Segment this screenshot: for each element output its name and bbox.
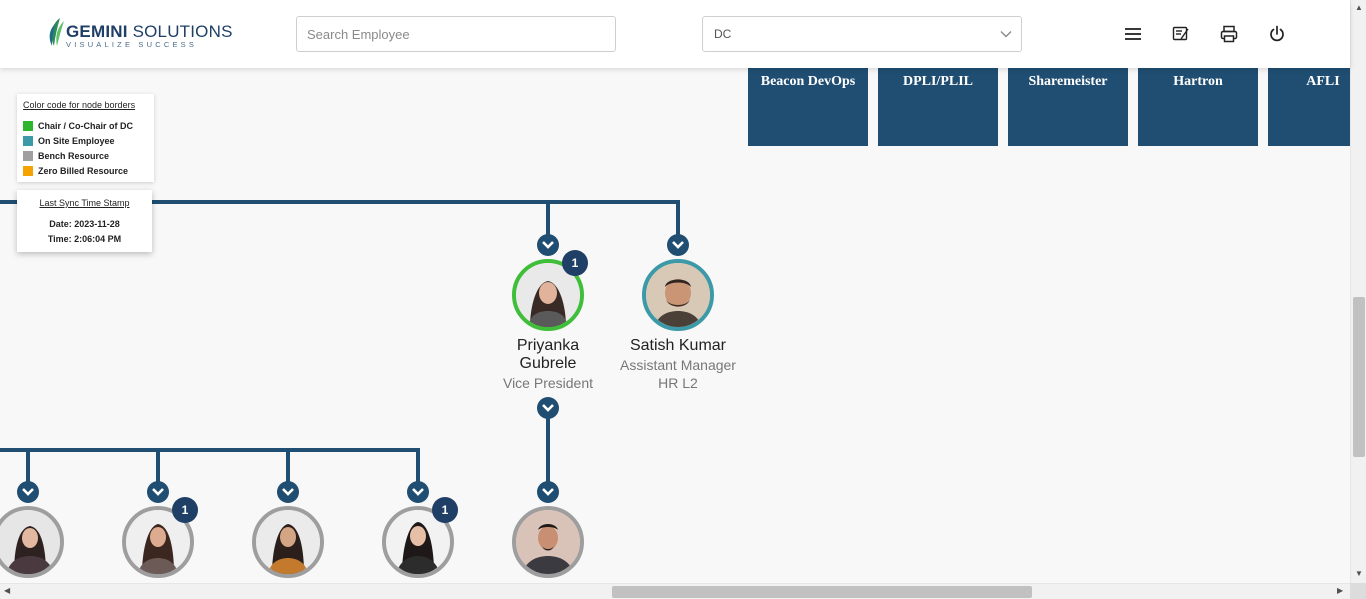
person-title: Assistant Manager [620, 357, 736, 373]
scroll-up-arrow-icon[interactable]: ▲ [1355, 4, 1363, 12]
person-photo-icon [256, 510, 320, 574]
sync-time: Time: 2:06:04 PM [47, 234, 122, 244]
person-photo-icon [646, 263, 710, 327]
person-title: Vice President [502, 375, 593, 391]
expand-chevron-icon[interactable] [537, 397, 559, 419]
dc-box-dpli-plil[interactable]: DPLI/PLIL [878, 68, 998, 146]
expand-chevron-icon[interactable] [277, 481, 299, 503]
dc-select-value: DC [714, 27, 732, 41]
dc-box-afli[interactable]: AFLI [1268, 68, 1350, 146]
scrollbar-corner [1350, 583, 1366, 599]
chevron-down-icon [1000, 31, 1012, 38]
print-icon[interactable] [1219, 24, 1239, 44]
scroll-down-arrow-icon[interactable]: ▼ [1355, 570, 1363, 578]
dc-box-hartron[interactable]: Hartron [1138, 68, 1258, 146]
expand-chevron-icon[interactable] [537, 234, 559, 256]
expand-chevron-icon[interactable] [407, 481, 429, 503]
horizontal-scroll-thumb[interactable] [612, 586, 1032, 598]
vertical-scrollbar[interactable]: ▲ ▼ [1350, 0, 1366, 583]
reports-count-badge: 1 [172, 497, 198, 523]
person-photo-icon [516, 510, 580, 574]
app-header: GEMINI SOLUTIONS VISUALIZE SUCCESS DC [0, 0, 1350, 68]
border-color-legend: Color code for node borders Chair / Co-C… [17, 94, 154, 182]
legend-item-chair: Chair / Co-Chair of DC [23, 118, 148, 133]
legend-swatch [23, 150, 33, 161]
legend-title: Color code for node borders [23, 100, 136, 110]
search-employee-input[interactable] [296, 16, 616, 52]
legend-item-zero-billed: Zero Billed Resource [23, 163, 148, 178]
scroll-left-arrow-icon[interactable]: ◀ [4, 587, 10, 595]
sync-title: Last Sync Time Stamp [39, 198, 130, 208]
expand-chevron-icon[interactable] [667, 234, 689, 256]
logo-tagline: VISUALIZE SUCCESS [66, 40, 198, 49]
person-name: Satish Kumar [629, 337, 727, 354]
avatar-satish-kumar[interactable] [642, 259, 714, 331]
expand-chevron-icon[interactable] [17, 481, 39, 503]
edit-note-icon[interactable] [1171, 24, 1191, 44]
person-photo-icon [0, 510, 60, 574]
dc-box-sharemeister[interactable]: Sharemeister [1008, 68, 1128, 146]
menu-icon[interactable] [1123, 24, 1143, 44]
legend-item-bench: Bench Resource [23, 148, 148, 163]
legend-item-onsite: On Site Employee [23, 133, 148, 148]
expand-chevron-icon[interactable] [537, 481, 559, 503]
horizontal-scrollbar[interactable]: ◀ ▶ [0, 583, 1350, 599]
leaf-logo-icon [49, 18, 64, 46]
last-sync-card: Last Sync Time Stamp Date: 2023-11-28 Ti… [17, 190, 152, 252]
expand-chevron-icon[interactable] [147, 481, 169, 503]
legend-swatch [23, 165, 33, 176]
person-name: Priyanka Gubrele [516, 337, 580, 372]
avatar-employee[interactable] [512, 506, 584, 578]
legend-swatch [23, 135, 33, 146]
reports-count-badge: 1 [562, 250, 588, 276]
dc-select[interactable]: DC [702, 16, 1022, 52]
sync-date: Date: 2023-11-28 [49, 219, 120, 229]
reports-count-badge: 1 [432, 497, 458, 523]
avatar-employee[interactable] [252, 506, 324, 578]
vertical-scroll-thumb[interactable] [1353, 297, 1365, 457]
legend-swatch [23, 120, 33, 131]
logo-wordmark: GEMINI SOLUTIONS [66, 22, 233, 41]
person-subtitle: HR L2 [658, 375, 698, 391]
power-icon[interactable] [1267, 24, 1287, 44]
dc-box-beacon-devops[interactable]: Beacon DevOps [748, 68, 868, 146]
scroll-right-arrow-icon[interactable]: ▶ [1337, 587, 1343, 595]
gemini-logo[interactable]: GEMINI SOLUTIONS VISUALIZE SUCCESS [46, 16, 232, 52]
